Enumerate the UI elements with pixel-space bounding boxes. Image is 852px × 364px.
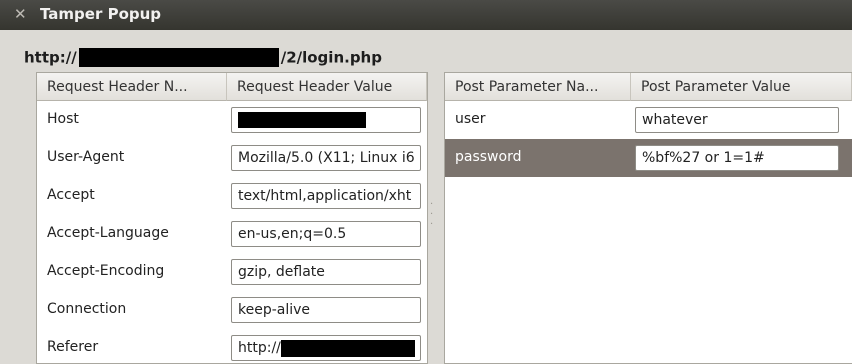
header-name: User-Agent [47,149,125,165]
post-parameters-table: Post Parameter Na... Post Parameter Valu… [444,72,852,364]
column-header-value[interactable]: Post Parameter Value [631,73,852,101]
table-row[interactable]: Connection keep-alive [37,291,427,329]
header-name: Accept-Encoding [47,263,165,279]
redacted-value [238,112,366,128]
param-value-field[interactable]: %bf%27 or 1=1# [635,145,839,171]
header-name: Host [47,111,79,127]
header-value-field[interactable]: en-us,en;q=0.5 [231,221,421,247]
header-name: Accept-Language [47,225,169,241]
url-prefix: http:// [24,48,77,67]
param-name: password [455,149,522,165]
title-bar: ✕ Tamper Popup [0,0,852,30]
header-value-field[interactable] [231,107,421,133]
table-row[interactable]: Accept-Language en-us,en;q=0.5 [37,215,427,253]
header-name: Connection [47,301,127,317]
close-icon[interactable]: ✕ [14,5,27,23]
column-header-value[interactable]: Request Header Value [227,73,427,101]
table-row[interactable]: Host [37,101,427,139]
pane-splitter-handle[interactable]: · · · [430,200,436,230]
table-row[interactable]: Referer http:// [37,329,427,363]
redacted-host [78,48,279,67]
window-title: Tamper Popup [40,5,162,23]
request-url: http:// /2/login.php [24,48,382,68]
header-name: Accept [47,187,95,203]
table-row[interactable]: user whatever [445,101,852,139]
table-row[interactable]: User-Agent Mozilla/5.0 (X11; Linux i6 [37,139,427,177]
column-header-name[interactable]: Post Parameter Na... [445,73,631,101]
table-row[interactable]: Accept-Encoding gzip, deflate [37,253,427,291]
table-row-selected[interactable]: password %bf%27 or 1=1# [445,139,852,177]
redacted-value [280,339,415,357]
header-value-field[interactable]: gzip, deflate [231,259,421,285]
header-name: Referer [47,339,99,355]
url-suffix: /2/login.php [280,48,382,67]
header-value-field[interactable]: keep-alive [231,297,421,323]
header-value-field[interactable]: text/html,application/xht [231,183,421,209]
referer-prefix: http:// [238,340,281,356]
param-value-field[interactable]: whatever [635,107,839,133]
request-headers-table: Request Header N... Request Header Value… [36,72,428,364]
header-value-field[interactable]: Mozilla/5.0 (X11; Linux i6 [231,145,421,171]
column-header-name[interactable]: Request Header N... [37,73,227,101]
param-name: user [455,111,486,127]
table-row[interactable]: Accept text/html,application/xht [37,177,427,215]
header-value-field[interactable]: http:// [231,335,421,361]
